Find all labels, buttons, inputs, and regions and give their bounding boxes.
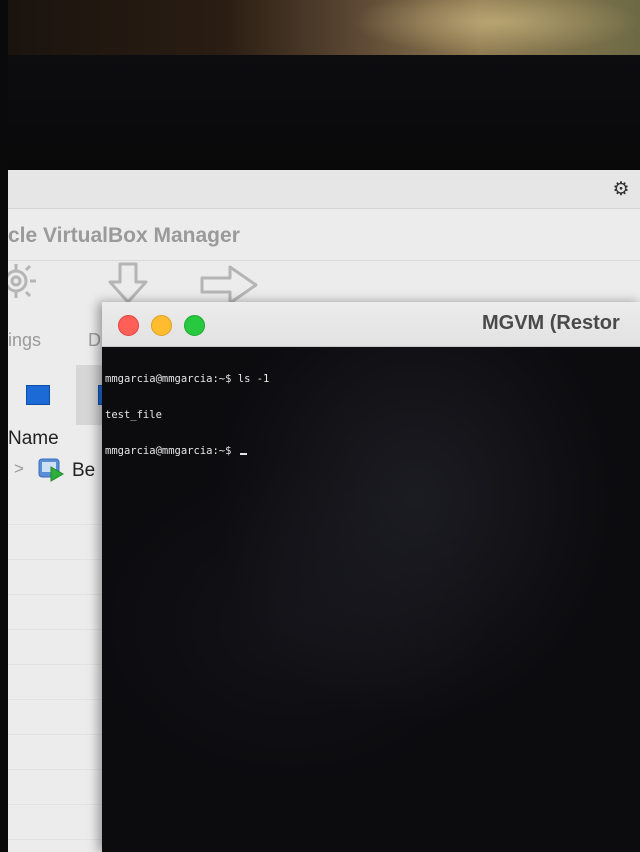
screen-bezel <box>0 55 640 170</box>
terminal-output[interactable]: mmgarcia@mmgarcia:~$ ls -1 test_file mmg… <box>105 349 269 481</box>
screen-bezel-left <box>0 0 8 852</box>
terminal-line: test_file <box>105 409 162 421</box>
discard-arrow-icon[interactable] <box>100 262 156 306</box>
vm-screen[interactable]: mmgarcia@mmgarcia:~$ ls -1 test_file mmg… <box>102 347 640 852</box>
minimize-button[interactable] <box>151 315 172 336</box>
zoom-button[interactable] <box>184 315 205 336</box>
room-background <box>0 0 640 62</box>
vm-window-title: MGVM (Restor <box>482 312 620 334</box>
menu-bar: ⚙ <box>8 170 640 209</box>
settings-label: ings <box>8 330 42 350</box>
vm-list-area <box>8 490 108 850</box>
close-button[interactable] <box>118 315 139 336</box>
title-divider <box>8 260 640 261</box>
window-light <box>350 0 640 55</box>
window-title: cle VirtualBox Manager <box>8 224 240 247</box>
discard-label: D <box>88 330 101 350</box>
vm-name-label: Be <box>72 460 96 481</box>
vm-running-icon <box>38 458 64 482</box>
start-arrow-icon[interactable] <box>200 264 260 306</box>
vm-window: MGVM (Restor mmgarcia@mmgarcia:~$ ls -1 … <box>102 302 640 852</box>
text-cursor <box>239 453 247 455</box>
terminal-prompt: mmgarcia@mmgarcia:~$ <box>105 445 238 457</box>
vm-window-titlebar[interactable]: MGVM (Restor <box>102 302 640 347</box>
terminal-line: mmgarcia@mmgarcia:~$ ls -1 <box>105 373 270 385</box>
column-header-name[interactable]: Name <box>8 428 59 450</box>
status-bar-icon[interactable]: ⚙ <box>608 179 634 201</box>
chevron-right-icon[interactable]: > <box>14 459 24 479</box>
terminal-prompt-line: mmgarcia@mmgarcia:~$ <box>105 445 269 457</box>
details-view-button[interactable] <box>26 385 50 405</box>
